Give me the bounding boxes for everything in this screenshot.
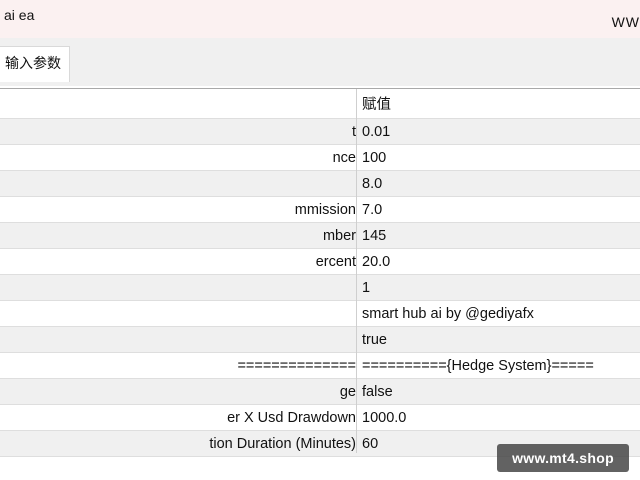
param-value[interactable]: 1 — [358, 275, 640, 301]
param-name: mber — [0, 223, 356, 249]
name-column-header — [0, 89, 356, 119]
param-name-text: er X Usd Drawdown — [227, 410, 356, 426]
param-name-text: ercent — [315, 254, 356, 270]
table-row[interactable]: true — [0, 327, 640, 353]
param-value[interactable]: =========={Hedge System}===== — [358, 353, 640, 379]
table-row[interactable]: mmission 7.0 — [0, 197, 640, 223]
param-name — [0, 327, 356, 353]
param-value[interactable]: 7.0 — [358, 197, 640, 223]
watermark: www.mt4.shop — [497, 444, 629, 472]
table-row[interactable]: ge false — [0, 379, 640, 405]
param-value[interactable]: 145 — [358, 223, 640, 249]
param-value[interactable]: 20.0 — [358, 249, 640, 275]
param-name — [0, 301, 356, 327]
table-row[interactable]: ercent 20.0 — [0, 249, 640, 275]
param-value[interactable]: true — [358, 327, 640, 353]
param-name: t — [0, 119, 356, 145]
table-row[interactable]: smart hub ai by @gediyafx — [0, 301, 640, 327]
tab-inputs[interactable]: 输入参数 — [0, 46, 70, 82]
param-name-text: ============== — [237, 358, 356, 374]
param-name: er X Usd Drawdown — [0, 405, 356, 431]
table-row[interactable]: mber 145 — [0, 223, 640, 249]
value-column-header: 赋值 — [362, 97, 391, 113]
param-name-text: t — [351, 124, 356, 140]
tab-strip: 输入参数 — [0, 38, 640, 86]
param-name: mmission — [0, 197, 356, 223]
param-value[interactable]: false — [358, 379, 640, 405]
param-name — [0, 275, 356, 301]
param-name: ercent — [0, 249, 356, 275]
param-name — [0, 171, 356, 197]
title-bar: ai ea WW — [0, 0, 640, 38]
window-title: ai ea — [4, 7, 35, 23]
param-name: ============== — [0, 353, 356, 379]
inputs-table: 赋值 t 0.01 nce 100 8.0 mmission 7.0 mber … — [0, 89, 640, 457]
param-value[interactable]: 1000.0 — [358, 405, 640, 431]
table-row[interactable]: er X Usd Drawdown 1000.0 — [0, 405, 640, 431]
param-name-text: tion Duration (Minutes) — [209, 436, 356, 452]
table-row[interactable]: ============== =========={Hedge System}=… — [0, 353, 640, 379]
param-name-text: mmission — [294, 202, 356, 218]
table-row[interactable]: 8.0 — [0, 171, 640, 197]
param-value[interactable]: 0.01 — [358, 119, 640, 145]
param-value[interactable]: 100 — [358, 145, 640, 171]
table-row[interactable]: 1 — [0, 275, 640, 301]
param-name-text: mber — [322, 228, 356, 244]
param-name: ge — [0, 379, 356, 405]
param-value[interactable]: smart hub ai by @gediyafx — [358, 301, 640, 327]
column-divider[interactable] — [356, 89, 357, 453]
table-row[interactable]: nce 100 — [0, 145, 640, 171]
param-name: tion Duration (Minutes) — [0, 431, 356, 457]
param-name-text: ge — [339, 384, 356, 400]
param-name: nce — [0, 145, 356, 171]
table-header-row: 赋值 — [0, 89, 640, 119]
table-row[interactable]: t 0.01 — [0, 119, 640, 145]
param-value[interactable]: 8.0 — [358, 171, 640, 197]
param-name-text: nce — [332, 150, 356, 166]
window-title-right: WW — [611, 14, 640, 30]
